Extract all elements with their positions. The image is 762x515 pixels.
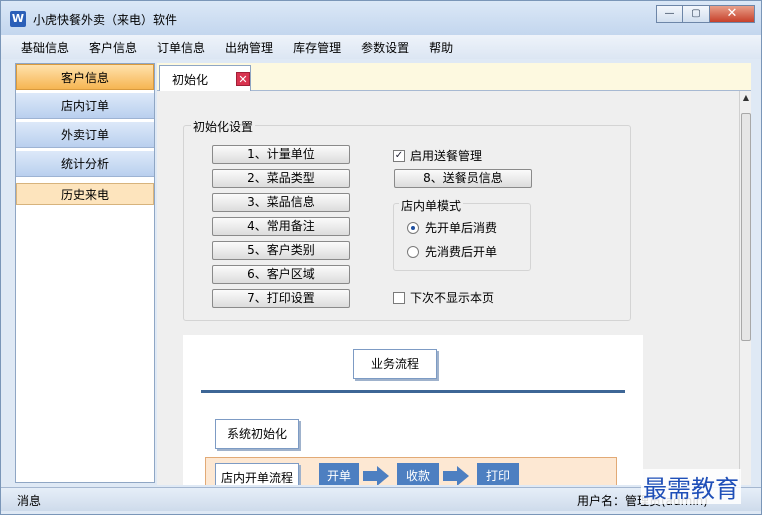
print-settings-button[interactable]: 7、打印设置	[212, 289, 350, 308]
app-logo-icon: W	[10, 11, 26, 27]
minimize-button[interactable]: —	[656, 5, 683, 23]
mode-consume-first-label: 先消费后开单	[425, 245, 498, 259]
enable-delivery-label: 启用送餐管理	[410, 149, 483, 163]
flow-divider	[201, 390, 625, 393]
tab-initialize[interactable]: 初始化 ✕	[159, 65, 251, 91]
scroll-thumb[interactable]	[741, 113, 751, 341]
business-flow-panel: 业务流程 系统初始化 店内开单流程 开单 收款 打印	[183, 335, 643, 485]
mode-consume-first-radio[interactable]	[407, 245, 419, 258]
menu-customer-info[interactable]: 客户信息	[79, 39, 147, 56]
sidebar-item-statistics[interactable]: 统计分析	[16, 151, 154, 177]
sidebar-item-delivery-orders[interactable]: 外卖订单	[16, 122, 154, 148]
mode-order-first-radio[interactable]	[407, 221, 419, 234]
app-window: W 小虎快餐外卖（来电）软件 — ▢ ✕ 基础信息 客户信息 订单信息 出纳管理…	[0, 0, 762, 515]
customer-area-button[interactable]: 6、客户区域	[212, 265, 350, 284]
dish-info-button[interactable]: 3、菜品信息	[212, 193, 350, 212]
maximize-button[interactable]: ▢	[683, 5, 710, 23]
menu-cashier[interactable]: 出纳管理	[215, 39, 283, 56]
flow-arrow-1-icon	[377, 466, 389, 485]
mode-order-first-row[interactable]: 先开单后消费	[407, 219, 497, 236]
window-title: 小虎快餐外卖（来电）软件	[33, 13, 178, 27]
flow-arrow-2-stem	[443, 471, 457, 481]
flow-step-payment: 收款	[397, 463, 439, 485]
tab-label: 初始化	[172, 73, 209, 87]
flow-step-print: 打印	[477, 463, 519, 485]
flow-title-box: 业务流程	[353, 349, 437, 379]
common-notes-button[interactable]: 4、常用备注	[212, 217, 350, 236]
init-settings-title: 初始化设置	[191, 118, 256, 135]
menu-order-info[interactable]: 订单信息	[147, 39, 215, 56]
dont-show-label: 下次不显示本页	[410, 291, 495, 305]
watermark: 最需教育	[641, 469, 741, 504]
flow-arrow-2-icon	[457, 466, 469, 485]
vertical-scrollbar[interactable]: ▲	[739, 91, 751, 485]
window-controls: — ▢ ✕	[656, 5, 755, 23]
title-bar: W 小虎快餐外卖（来电）软件 — ▢ ✕	[1, 1, 761, 35]
delivery-staff-button[interactable]: 8、送餐员信息	[394, 169, 532, 188]
menu-help[interactable]: 帮助	[419, 39, 463, 56]
flow-init-box: 系统初始化	[215, 419, 299, 449]
dont-show-checkbox[interactable]	[393, 291, 405, 304]
tab-strip: 初始化 ✕	[157, 63, 751, 91]
enable-delivery-row[interactable]: ✓ 启用送餐管理	[393, 147, 482, 164]
dish-type-button[interactable]: 2、菜品类型	[212, 169, 350, 188]
unit-button[interactable]: 1、计量单位	[212, 145, 350, 164]
menu-bar: 基础信息 客户信息 订单信息 出纳管理 库存管理 参数设置 帮助	[1, 35, 761, 59]
dont-show-row[interactable]: 下次不显示本页	[393, 289, 494, 306]
flow-arrow-1-stem	[363, 471, 377, 481]
sidebar: 客户信息 店内订单 外卖订单 统计分析 历史来电	[15, 63, 155, 483]
close-button[interactable]: ✕	[710, 5, 755, 23]
tab-close-icon[interactable]: ✕	[236, 72, 250, 86]
sidebar-history-calls[interactable]: 历史来电	[16, 183, 154, 205]
menu-inventory[interactable]: 库存管理	[283, 39, 351, 56]
mode-consume-first-row[interactable]: 先消费后开单	[407, 243, 497, 260]
flow-step-open-order: 开单	[319, 463, 359, 485]
sidebar-item-store-orders[interactable]: 店内订单	[16, 93, 154, 119]
menu-settings[interactable]: 参数设置	[351, 39, 419, 56]
store-mode-title: 店内单模式	[399, 197, 464, 214]
sidebar-item-customer-info[interactable]: 客户信息	[16, 64, 154, 90]
store-flow-box: 店内开单流程	[215, 463, 299, 485]
status-message: 消息	[17, 494, 42, 508]
scroll-up-icon[interactable]: ▲	[740, 93, 752, 105]
main-content: 初始化设置 1、计量单位 2、菜品类型 3、菜品信息 4、常用备注 5、客户类别…	[157, 91, 739, 485]
mode-order-first-label: 先开单后消费	[425, 221, 498, 235]
enable-delivery-checkbox[interactable]: ✓	[393, 149, 405, 162]
customer-category-button[interactable]: 5、客户类别	[212, 241, 350, 260]
menu-basic-info[interactable]: 基础信息	[11, 39, 79, 56]
